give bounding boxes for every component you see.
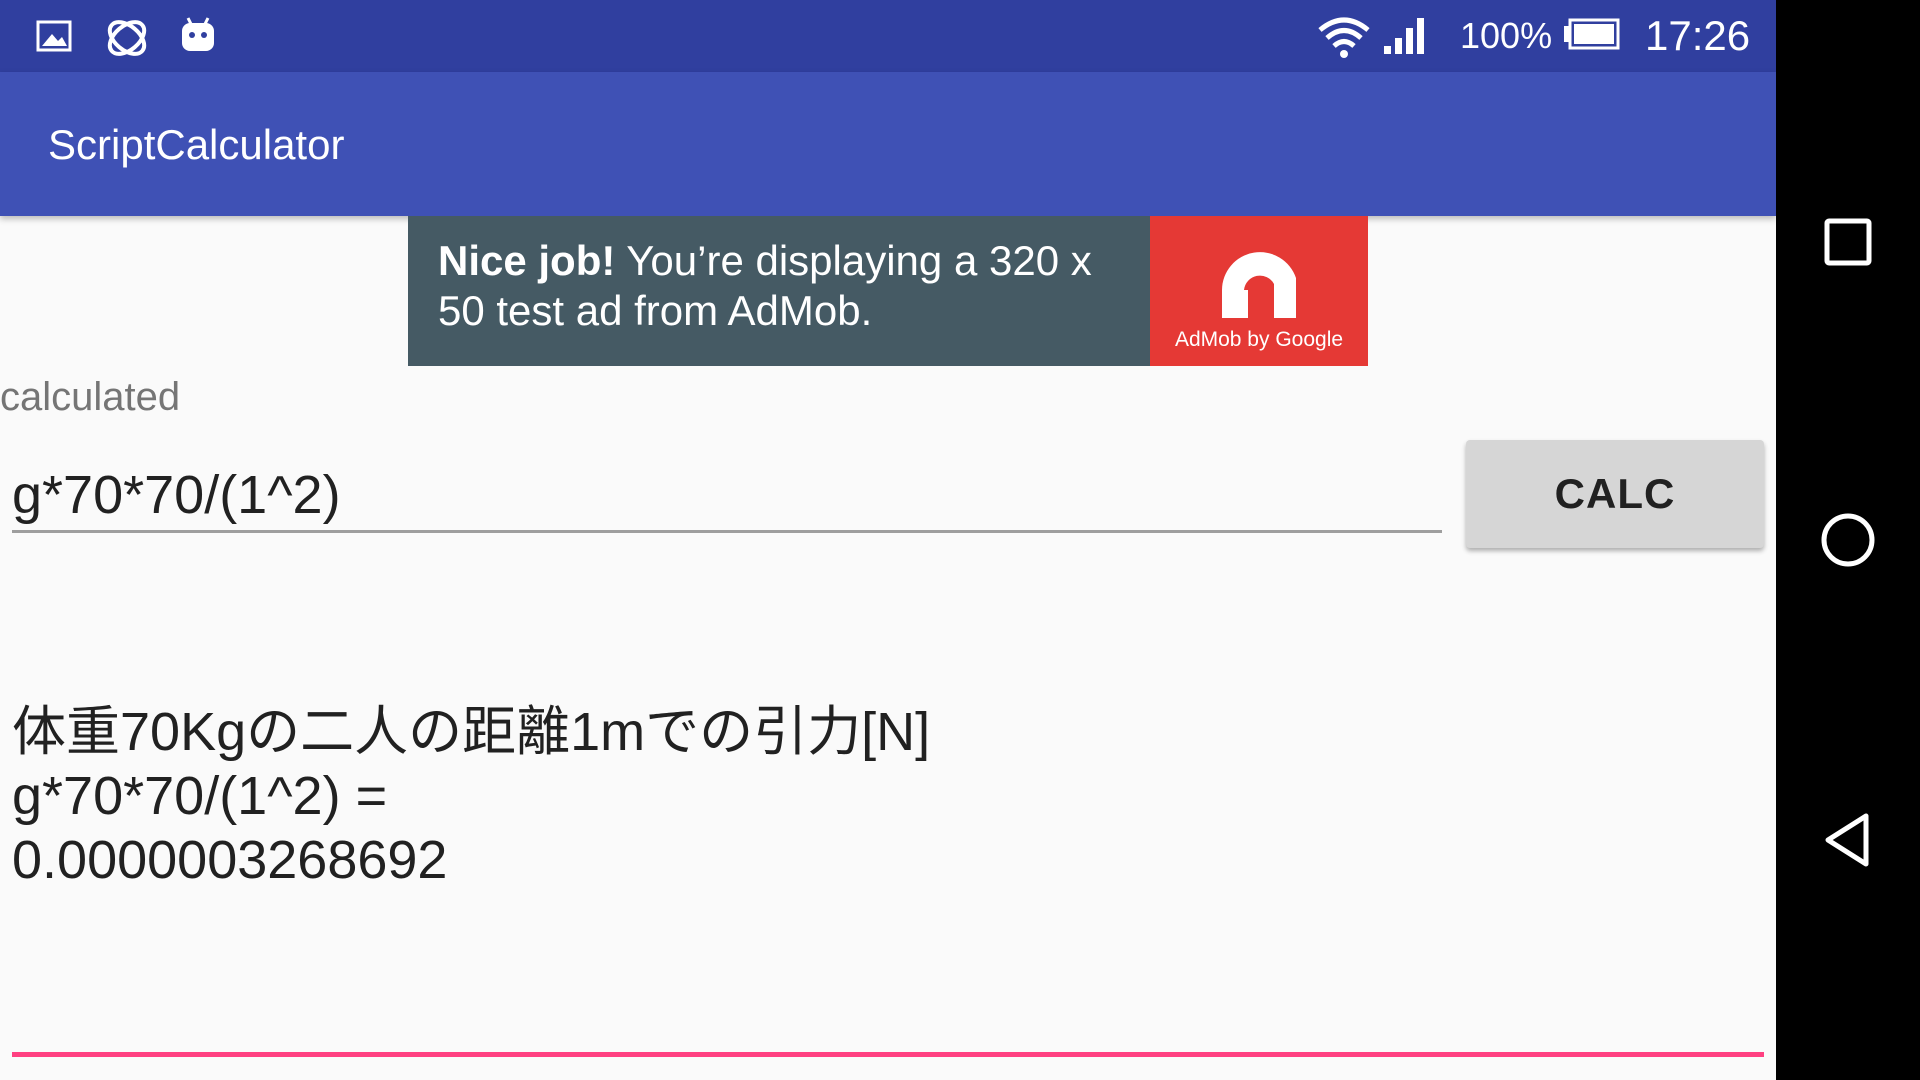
signal-icon [1382, 14, 1432, 58]
result-text[interactable]: 体重70Kgの二人の距離1mでの引力[N] g*70*70/(1^2) = 0.… [12, 700, 1752, 892]
back-triangle-icon [1825, 813, 1869, 867]
square-icon [1824, 218, 1872, 266]
result-line: g*70*70/(1^2) = [12, 766, 388, 826]
battery-icon [1562, 14, 1622, 58]
recents-button[interactable] [1818, 212, 1878, 272]
android-icon [176, 14, 220, 58]
expression-input[interactable] [12, 460, 1442, 533]
navigation-bar [1776, 0, 1920, 1080]
app-bar: ScriptCalculator [0, 72, 1776, 216]
sync-icon [100, 14, 147, 58]
wifi-icon [1316, 14, 1372, 58]
clock: 17:26 [1645, 12, 1751, 59]
battery-percentage: 100% [1460, 15, 1553, 56]
image-icon [34, 14, 78, 58]
admob-logo-icon [1222, 252, 1296, 318]
ad-text-bold: Nice job! [438, 237, 616, 284]
admob-logo: AdMob by Google [1150, 216, 1368, 366]
home-button[interactable] [1818, 510, 1878, 570]
ad-banner[interactable]: Nice job! You’re displaying a 320 x 50 t… [408, 216, 1368, 366]
ad-text: Nice job! You’re displaying a 320 x 50 t… [438, 236, 1138, 336]
circle-icon [1821, 513, 1875, 567]
calc-button[interactable]: CALC [1466, 440, 1764, 548]
result-focus-underline [12, 1052, 1764, 1057]
calculated-label: calculated [0, 375, 181, 419]
back-button[interactable] [1818, 810, 1878, 870]
status-bar: 100% 17:26 [0, 0, 1776, 72]
result-line: 体重70Kgの二人の距離1mでの引力[N] [12, 702, 931, 762]
app-title: ScriptCalculator [48, 121, 345, 168]
admob-logo-caption: AdMob by Google [1174, 328, 1344, 351]
result-line: 0.0000003268692 [12, 830, 448, 890]
app-screen: 100% 17:26 ScriptCalculator Nice job! Yo… [0, 0, 1776, 1080]
